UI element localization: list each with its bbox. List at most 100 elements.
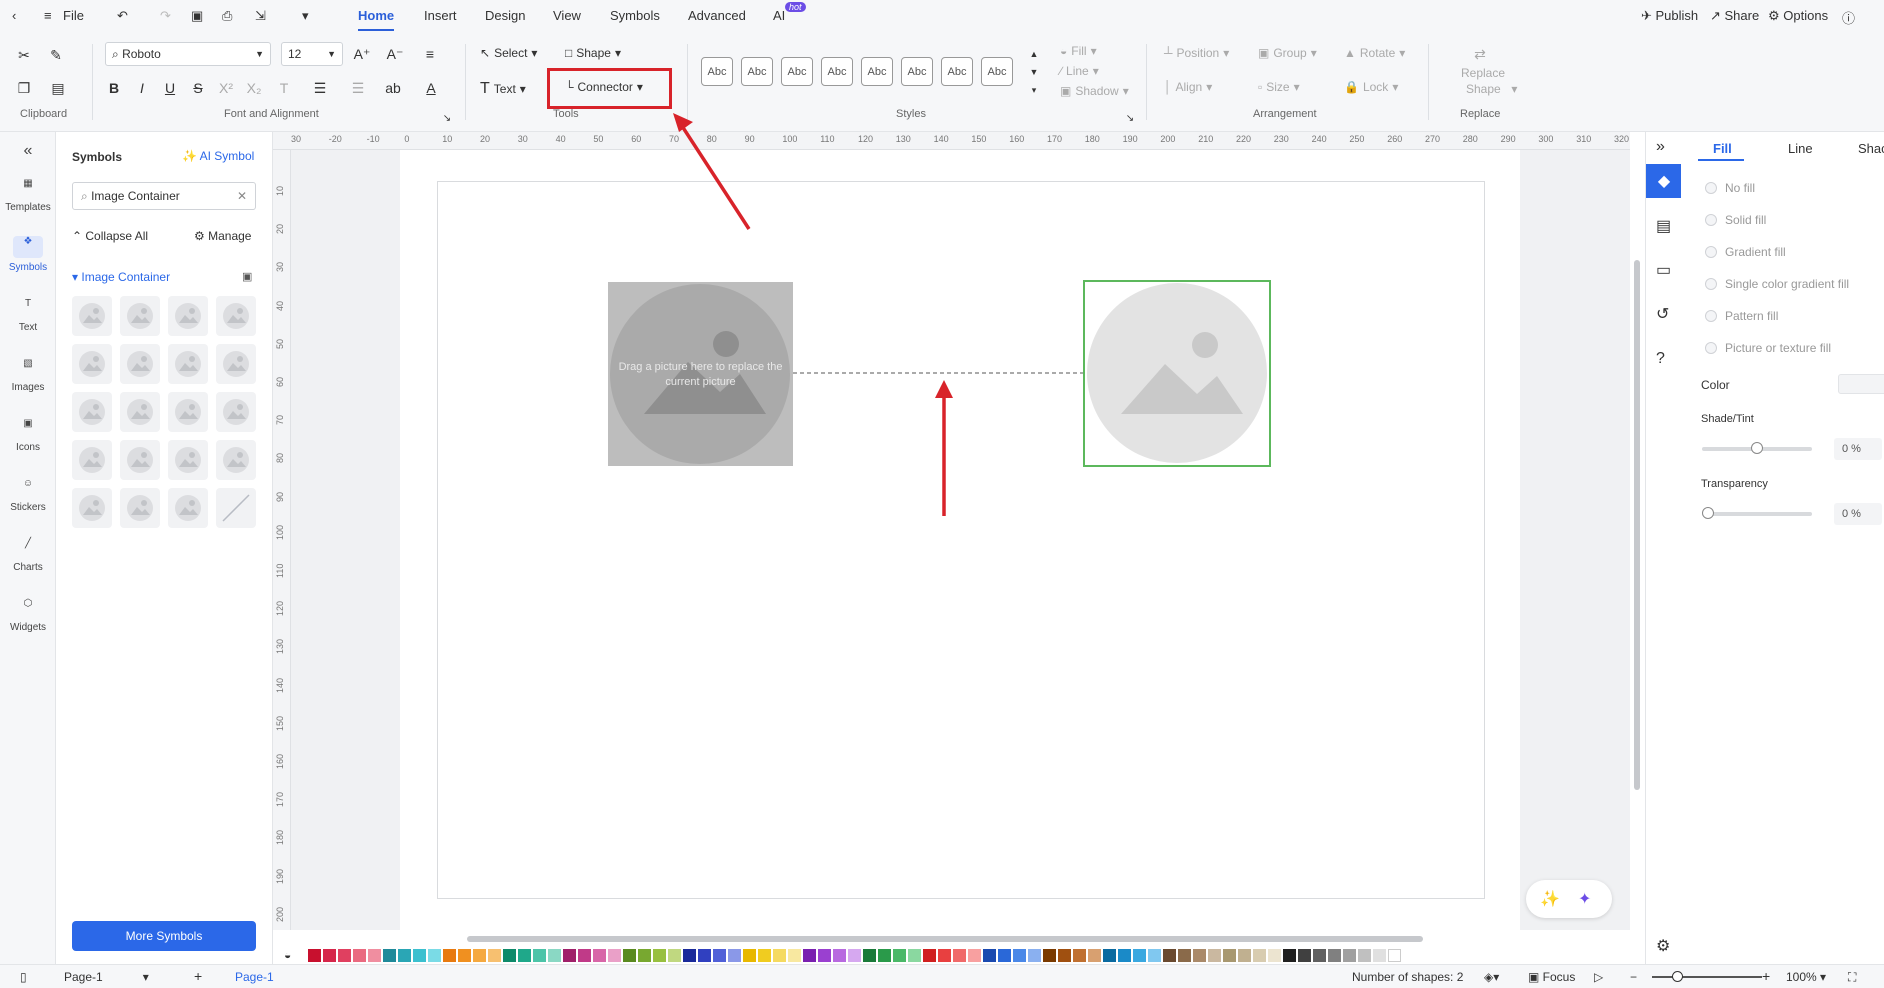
text-highlight-icon[interactable]: ab: [383, 78, 403, 98]
picture-fill-option[interactable]: Picture or texture fill: [1705, 341, 1831, 355]
gradient-fill-option[interactable]: Gradient fill: [1705, 245, 1786, 259]
color-swatch[interactable]: [1013, 948, 1026, 962]
font-size-select[interactable]: 12 ▼: [281, 42, 343, 66]
strikethrough-icon[interactable]: S: [188, 78, 208, 98]
color-swatch[interactable]: [1193, 948, 1206, 962]
color-swatch[interactable]: [308, 948, 321, 962]
play-icon[interactable]: ▷: [1594, 970, 1603, 984]
style-preset[interactable]: Abc: [941, 57, 973, 86]
color-swatch[interactable]: [1163, 948, 1176, 962]
file-menu[interactable]: File: [63, 8, 84, 23]
color-swatch[interactable]: [1373, 948, 1386, 962]
color-swatch[interactable]: [923, 948, 936, 962]
copy-icon[interactable]: ❐: [14, 78, 34, 98]
transparency-slider-knob[interactable]: [1702, 507, 1714, 519]
bold-icon[interactable]: B: [104, 78, 124, 98]
color-swatch[interactable]: [638, 948, 651, 962]
symbol-thumbnail[interactable]: [216, 344, 256, 384]
align-icon[interactable]: ≡: [420, 44, 440, 64]
color-swatch[interactable]: [833, 948, 846, 962]
options-button[interactable]: ⚙ Options: [1768, 8, 1828, 24]
align-button[interactable]: │ Align ▾: [1164, 80, 1212, 94]
symbol-thumbnail[interactable]: [120, 392, 160, 432]
color-swatch[interactable]: [323, 948, 336, 962]
layers-icon[interactable]: ◈▾: [1484, 970, 1499, 984]
color-swatch[interactable]: [1343, 948, 1356, 962]
color-swatch[interactable]: [1118, 948, 1131, 962]
symbol-thumbnail[interactable]: [72, 392, 112, 432]
style-preset[interactable]: Abc: [821, 57, 853, 86]
color-swatch[interactable]: [1328, 948, 1341, 962]
symbol-thumbnail[interactable]: [168, 488, 208, 528]
color-swatch[interactable]: [1178, 948, 1191, 962]
font-color-icon[interactable]: A: [421, 78, 441, 98]
zoom-level[interactable]: 100% ▾: [1786, 970, 1826, 984]
symbol-thumbnail[interactable]: [72, 488, 112, 528]
transparency-slider[interactable]: [1702, 512, 1812, 516]
color-swatch[interactable]: [653, 948, 666, 962]
shade-tint-value[interactable]: 0 %: [1834, 438, 1882, 460]
rail-templates[interactable]: ▦ Templates: [0, 178, 56, 213]
italic-icon[interactable]: I: [132, 78, 152, 98]
back-icon[interactable]: ‹: [12, 8, 16, 23]
hamburger-icon[interactable]: ≡: [44, 8, 52, 23]
fullscreen-icon[interactable]: ⛶: [1848, 970, 1856, 985]
color-swatch[interactable]: [713, 948, 726, 962]
horizontal-scrollbar[interactable]: [467, 936, 1423, 942]
color-swatch[interactable]: [503, 948, 516, 962]
color-swatch[interactable]: [1283, 948, 1296, 962]
shape-button[interactable]: □ Shape ▾: [565, 46, 621, 60]
symbol-thumbnail[interactable]: [168, 392, 208, 432]
undo-icon[interactable]: ↶: [117, 8, 128, 24]
decrease-font-icon[interactable]: A⁻: [385, 44, 405, 64]
tab-insert[interactable]: Insert: [424, 8, 457, 23]
color-swatch[interactable]: [1043, 948, 1056, 962]
color-swatch[interactable]: [998, 948, 1011, 962]
color-swatch[interactable]: [1223, 948, 1236, 962]
select-button[interactable]: ↖ Select ▾: [480, 46, 537, 60]
color-swatch[interactable]: [1058, 948, 1071, 962]
zoom-out-icon[interactable]: −: [1630, 970, 1637, 984]
color-swatch[interactable]: [413, 948, 426, 962]
color-swatch[interactable]: [983, 948, 996, 962]
paste-icon[interactable]: ▤: [48, 78, 68, 98]
tab-design[interactable]: Design: [485, 8, 525, 23]
symbol-search-input[interactable]: ⌕ Image Container ✕: [72, 182, 256, 210]
no-fill-option[interactable]: No fill: [1705, 181, 1755, 195]
fill-panel-icon[interactable]: ◆: [1646, 164, 1682, 198]
tab-home[interactable]: Home: [358, 8, 394, 23]
subscript-icon[interactable]: X₂: [244, 78, 264, 98]
color-swatch[interactable]: [788, 948, 801, 962]
tab-fill[interactable]: Fill: [1713, 141, 1732, 156]
tab-ai[interactable]: AI: [773, 8, 785, 23]
color-swatch[interactable]: [1028, 948, 1041, 962]
symbol-thumbnail[interactable]: [120, 440, 160, 480]
presentation-icon[interactable]: ▭: [1656, 260, 1671, 280]
solid-fill-option[interactable]: Solid fill: [1705, 213, 1766, 227]
style-preset[interactable]: Abc: [901, 57, 933, 86]
color-swatch[interactable]: [893, 948, 906, 962]
page-tab[interactable]: Page-1: [235, 970, 274, 984]
color-swatch[interactable]: [863, 948, 876, 962]
focus-button[interactable]: ▣ Focus: [1528, 970, 1575, 984]
style-preset[interactable]: Abc: [781, 57, 813, 86]
color-swatch[interactable]: [683, 948, 696, 962]
replace-shape-button-2[interactable]: Shape ▾: [1466, 82, 1517, 96]
position-button[interactable]: ┴ Position ▾: [1164, 46, 1229, 60]
style-preset[interactable]: Abc: [981, 57, 1013, 86]
image-container-2[interactable]: [1083, 280, 1271, 467]
color-swatch[interactable]: [443, 948, 456, 962]
style-preset[interactable]: Abc: [701, 57, 733, 86]
symbol-thumbnail[interactable]: [168, 440, 208, 480]
color-swatch[interactable]: [563, 948, 576, 962]
history-icon[interactable]: ↺: [1656, 304, 1669, 324]
rail-stickers[interactable]: ☺ Stickers: [0, 478, 56, 513]
color-swatch[interactable]: [803, 948, 816, 962]
redo-icon[interactable]: ↷: [160, 8, 171, 24]
publish-button[interactable]: ✈ Publish: [1641, 8, 1698, 24]
color-swatch[interactable]: [428, 948, 441, 962]
color-swatch[interactable]: [938, 948, 951, 962]
symbol-thumbnail[interactable]: [168, 344, 208, 384]
page-panel-icon[interactable]: ▤: [1656, 216, 1671, 236]
text-button[interactable]: T Text ▾: [480, 80, 526, 98]
